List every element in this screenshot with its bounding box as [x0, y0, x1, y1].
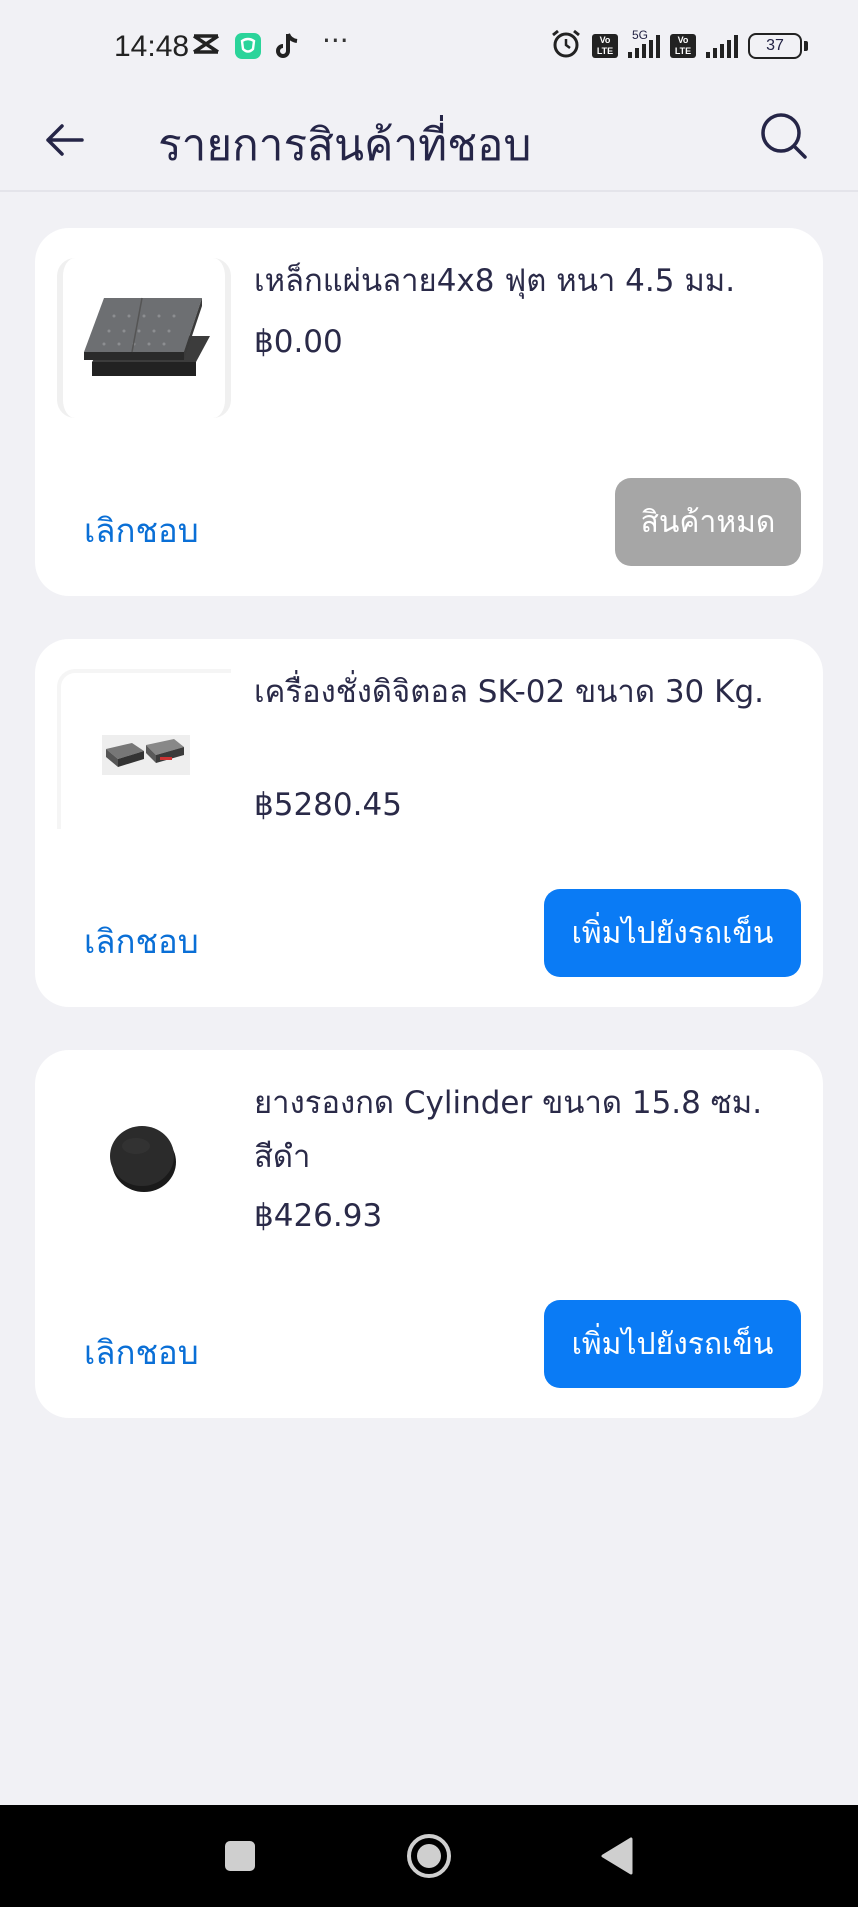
- system-nav-bar: [0, 1805, 858, 1907]
- capcut-icon: [192, 32, 220, 60]
- network-label: 5G: [632, 28, 649, 42]
- tiktok-icon: [274, 32, 300, 64]
- status-time: 14:48: [114, 30, 190, 63]
- product-thumbnail[interactable]: [57, 258, 231, 418]
- product-price: ฿0.00: [254, 324, 343, 360]
- arrow-left-icon: [44, 124, 84, 160]
- home-button[interactable]: [404, 1833, 454, 1883]
- back-button[interactable]: [36, 114, 92, 170]
- recents-button[interactable]: [215, 1833, 265, 1883]
- out-of-stock-button[interactable]: สินค้าหมด: [615, 478, 801, 566]
- page-title: รายการสินค้าที่ชอบ: [158, 120, 532, 171]
- search-button[interactable]: [754, 108, 814, 168]
- digital-scale-image: [96, 719, 196, 783]
- product-name[interactable]: เครื่องชั่งดิจิตอล SK-02 ขนาด 30 Kg.: [254, 665, 802, 719]
- unfavorite-button[interactable]: เลิกชอบ: [84, 504, 199, 557]
- product-thumbnail[interactable]: [57, 669, 231, 829]
- back-nav-button[interactable]: [592, 1833, 642, 1883]
- more-indicator: ···: [322, 24, 349, 57]
- volte-icon-2: Vo LTE: [670, 34, 696, 58]
- square-icon: [223, 1839, 257, 1877]
- add-to-cart-button[interactable]: เพิ่มไปยังรถเข็น: [544, 1300, 801, 1388]
- home-circle-icon: [405, 1832, 453, 1884]
- product-name[interactable]: เหล็กแผ่นลาย4x8 ฟุต หนา 4.5 มม.: [254, 254, 802, 308]
- unfavorite-button[interactable]: เลิกชอบ: [84, 915, 199, 968]
- favorite-card: ยางรองกด Cylinder ขนาด 15.8 ซม. สีดำ ฿42…: [35, 1050, 823, 1418]
- signal-icon: [706, 34, 738, 58]
- product-name[interactable]: ยางรองกด Cylinder ขนาด 15.8 ซม. สีดำ: [254, 1076, 802, 1184]
- app-badge-icon: [234, 32, 262, 64]
- volte-icon: Vo LTE: [592, 34, 618, 58]
- status-bar: 14:48 ··· Vo LTE 5G Vo LTE 37: [0, 0, 858, 96]
- favorite-card: เครื่องชั่งดิจิตอล SK-02 ขนาด 30 Kg. ฿52…: [35, 639, 823, 1007]
- search-icon: [760, 112, 808, 164]
- triangle-back-icon: [599, 1836, 635, 1880]
- app-header: รายการสินค้าที่ชอบ: [0, 96, 858, 192]
- product-price: ฿5280.45: [254, 787, 402, 823]
- signal-5g-icon: 5G: [628, 28, 660, 58]
- unfavorite-button[interactable]: เลิกชอบ: [84, 1326, 199, 1379]
- product-price: ฿426.93: [254, 1198, 383, 1234]
- favorite-card: เหล็กแผ่นลาย4x8 ฟุต หนา 4.5 มม. ฿0.00 เล…: [35, 228, 823, 596]
- product-thumbnail[interactable]: [57, 1080, 231, 1240]
- steel-sheet-image: [74, 276, 214, 400]
- status-icons: Vo LTE 5G Vo LTE 37: [550, 28, 808, 64]
- battery-icon: 37: [748, 33, 808, 59]
- rubber-cylinder-image: [104, 1118, 184, 1202]
- add-to-cart-button[interactable]: เพิ่มไปยังรถเข็น: [544, 889, 801, 977]
- alarm-icon: [550, 28, 582, 64]
